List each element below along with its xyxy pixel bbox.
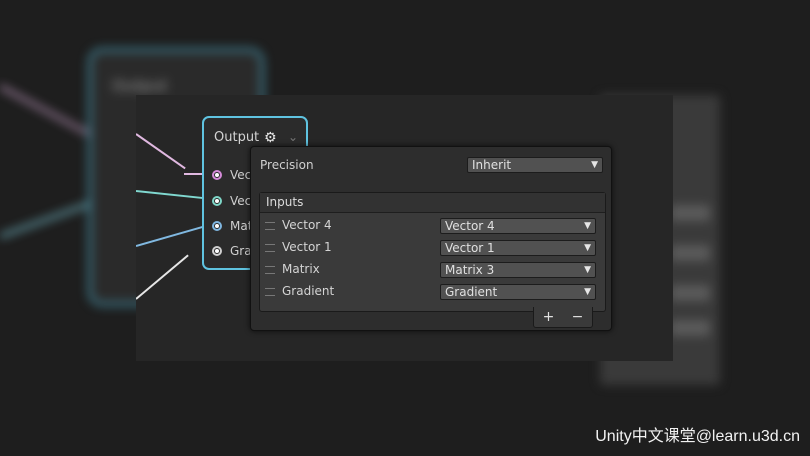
port-vector4-icon[interactable]	[212, 170, 222, 180]
input-type-dropdown[interactable]: Gradient ▼	[440, 284, 596, 300]
input-type-dropdown[interactable]: Vector 1 ▼	[440, 240, 596, 256]
remove-input-button[interactable]: −	[572, 309, 584, 325]
bg-field	[670, 205, 710, 221]
chevron-down-icon[interactable]: ⌄	[288, 130, 298, 144]
bg-field	[670, 245, 710, 261]
port-gradient-icon[interactable]	[212, 246, 222, 256]
input-name[interactable]: Vector 4	[282, 218, 332, 232]
wire-vector4	[136, 133, 186, 170]
wire-matrix	[136, 225, 206, 247]
bg-wire	[0, 85, 98, 140]
drag-handle-icon[interactable]	[265, 288, 275, 296]
dropdown-arrow-icon: ▼	[584, 221, 591, 231]
port-vector1-icon[interactable]	[212, 196, 222, 206]
input-type-value: Vector 1	[445, 241, 495, 255]
wire-vector1	[136, 190, 206, 200]
precision-dropdown[interactable]: Inherit ▼	[467, 157, 603, 173]
input-name[interactable]: Gradient	[282, 284, 334, 298]
drag-handle-icon[interactable]	[265, 222, 275, 230]
input-type-value: Matrix 3	[445, 263, 495, 277]
gear-icon[interactable]: ⚙	[264, 130, 277, 146]
port-matrix-icon[interactable]	[212, 221, 222, 231]
dropdown-arrow-icon: ▼	[584, 243, 591, 253]
input-row[interactable]: Vector 1 Vector 1 ▼	[260, 237, 605, 259]
wire-gradient	[136, 254, 189, 300]
dropdown-arrow-icon: ▼	[584, 265, 591, 275]
watermark: Unity中文课堂@learn.u3d.cn	[595, 428, 800, 445]
inputs-list: Inputs Vector 4 Vector 4 ▼ Vector 1 Vect…	[259, 192, 606, 312]
input-type-value: Vector 4	[445, 219, 495, 233]
input-row[interactable]: Matrix Matrix 3 ▼	[260, 259, 605, 281]
input-name[interactable]: Vector 1	[282, 240, 332, 254]
list-footer: + −	[533, 307, 593, 328]
bg-field	[670, 320, 710, 336]
input-type-dropdown[interactable]: Matrix 3 ▼	[440, 262, 596, 278]
input-name[interactable]: Matrix	[282, 262, 320, 276]
precision-label: Precision	[260, 158, 314, 172]
drag-handle-icon[interactable]	[265, 266, 275, 274]
drag-handle-icon[interactable]	[265, 244, 275, 252]
inputs-header: Inputs	[260, 193, 605, 213]
add-input-button[interactable]: +	[543, 309, 555, 325]
node-settings-popup: Precision Inherit ▼ Inputs Vector 4 Vect…	[250, 146, 612, 331]
bg-field	[670, 285, 710, 301]
input-row[interactable]: Gradient Gradient ▼	[260, 281, 605, 303]
dropdown-arrow-icon: ▼	[591, 160, 598, 170]
node-title: Output	[214, 130, 260, 145]
input-type-value: Gradient	[445, 285, 498, 299]
dropdown-arrow-icon: ▼	[584, 287, 591, 297]
precision-value: Inherit	[472, 158, 512, 172]
input-row[interactable]: Vector 4 Vector 4 ▼	[260, 215, 605, 237]
input-type-dropdown[interactable]: Vector 4 ▼	[440, 218, 596, 234]
bg-node-title: Output	[112, 76, 168, 95]
